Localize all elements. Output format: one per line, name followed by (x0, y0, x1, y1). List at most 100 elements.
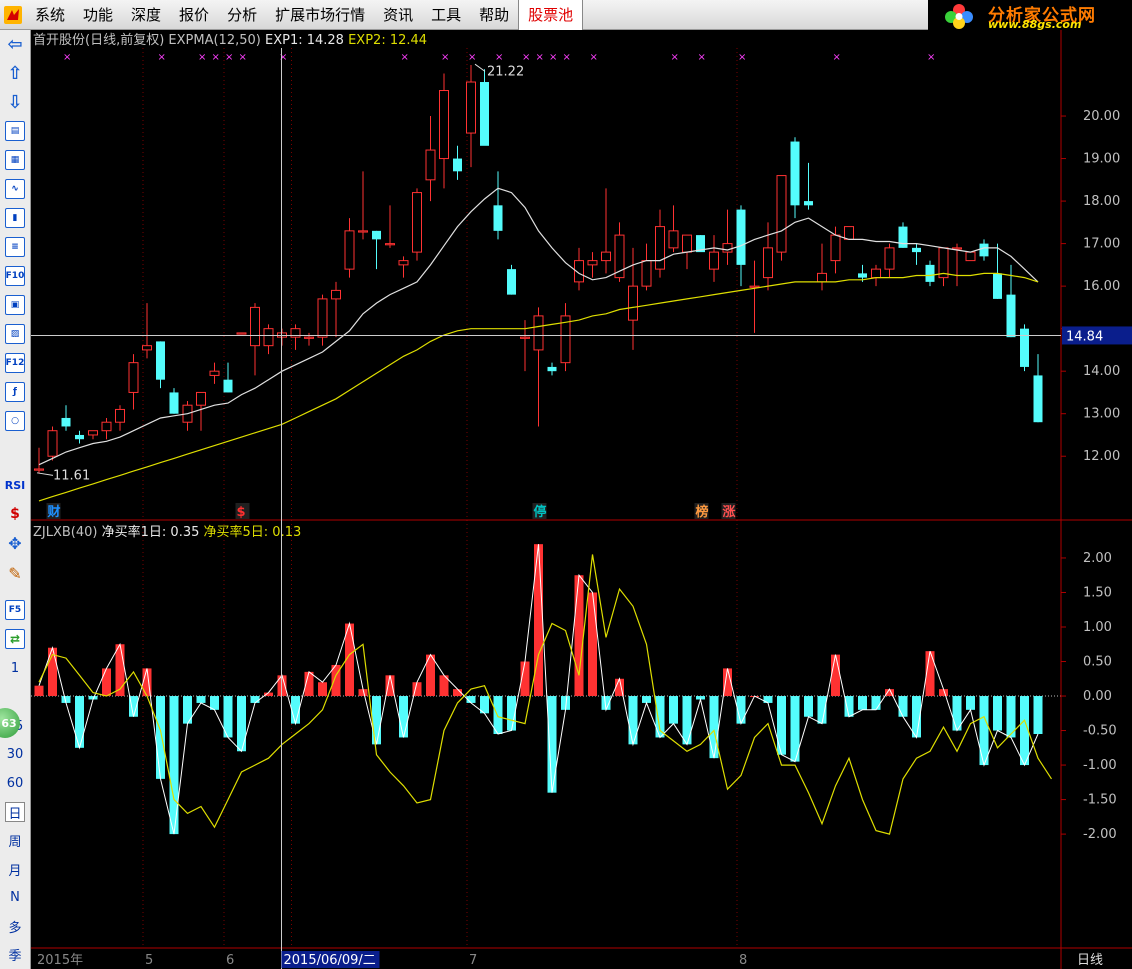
candle (844, 226, 854, 240)
price-tick-label: 16.00 (1083, 279, 1120, 294)
event-mark: 停 (534, 504, 547, 520)
header-field: EXPMA(12,50) (168, 33, 265, 48)
net-buy-bar (574, 575, 584, 697)
sub-tick-label: -1.00 (1083, 758, 1117, 773)
menu-item-0[interactable]: 系统 (26, 0, 74, 30)
period-8[interactable]: 多 (5, 916, 25, 936)
finance-icon[interactable]: ▨ (5, 324, 25, 344)
net-buy-bar (966, 696, 975, 710)
refresh-circle-icon[interactable]: ○ (5, 411, 25, 431)
net-buy-bar (237, 696, 246, 752)
period-3[interactable]: 60 (5, 773, 25, 793)
menu-item-7[interactable]: 工具 (422, 0, 470, 30)
price-tick-label: 14.00 (1083, 364, 1120, 379)
header-field: 0.13 (272, 525, 301, 540)
switch-icon[interactable]: ⇄ (5, 629, 25, 649)
brand-logo: 分析家公式网 www.88gs.com (928, 0, 1132, 31)
header-field: 12.44 (390, 33, 427, 48)
candle (236, 332, 247, 335)
header-field: ZJLXB(40) (33, 525, 102, 540)
top-mark: × (401, 52, 409, 63)
net-buy-bar (156, 696, 165, 779)
move-icon[interactable]: ✥ (5, 533, 25, 553)
crosshair-date: 2015/06/09/二 (284, 953, 376, 968)
period-0[interactable]: 1 (5, 658, 25, 678)
period-5[interactable]: 周 (5, 830, 25, 850)
net-buy-bar (804, 696, 813, 717)
candle-icon[interactable]: ▮ (5, 208, 25, 228)
arrow-left-icon[interactable]: ⇦ (5, 34, 25, 55)
main-header: 首开股份(日线,前复权) EXPMA(12,50) EXP1: 14.28 EX… (33, 32, 427, 48)
top-mark: × (63, 52, 71, 63)
header-field: 0.35 (170, 525, 203, 540)
menu-item-3[interactable]: 报价 (170, 0, 218, 30)
menu-item-4[interactable]: 分析 (218, 0, 266, 30)
header-field: EXP2: (348, 33, 390, 48)
x-axis-label: 5 (145, 953, 153, 968)
header-field: EXP1: (265, 33, 307, 48)
top-mark: × (441, 52, 449, 63)
event-mark: 财 (48, 504, 61, 520)
arrow-up-icon[interactable]: ⇧ (5, 63, 25, 84)
net-buy-bar (196, 696, 206, 703)
period-6[interactable]: 月 (5, 859, 25, 879)
price-tick-label: 19.00 (1083, 152, 1120, 167)
menu-item-8[interactable]: 帮助 (470, 0, 518, 30)
net-buy-bar (979, 696, 989, 766)
menu-item-9[interactable]: 股票池 (518, 0, 584, 30)
header-field: 净买率1日: (102, 524, 171, 540)
period-9[interactable]: 季 (5, 944, 25, 964)
net-buy-bar (993, 696, 1002, 731)
sub-tick-label: 1.00 (1083, 620, 1112, 635)
top-mark: × (212, 52, 220, 63)
price-tick-label: 12.00 (1083, 449, 1120, 464)
high-price-label: 21.22 (487, 64, 524, 79)
f12-icon[interactable]: F12 (5, 353, 25, 373)
pencil-icon[interactable]: ✎ (5, 563, 25, 583)
top-mark: × (158, 52, 166, 63)
top-mark: × (671, 52, 679, 63)
net-buy-bar (628, 696, 638, 745)
header-field: 首开股份(日线,前复权) (33, 32, 168, 48)
x-axis-label: 8 (739, 953, 747, 968)
top-mark: × (522, 52, 530, 63)
grid-icon[interactable]: ▦ (5, 150, 25, 170)
period-4[interactable]: 日 (5, 802, 25, 822)
report-icon[interactable]: ▣ (5, 295, 25, 315)
arrow-down-icon[interactable]: ⇩ (5, 92, 25, 113)
low-price-label: 11.61 (53, 468, 90, 483)
net-buy-bar (831, 654, 840, 697)
top-mark: × (738, 52, 746, 63)
period-2[interactable]: 30 (5, 744, 25, 764)
line-chart-icon[interactable]: ∿ (5, 179, 25, 199)
net-buy-bar (588, 592, 597, 697)
candle (412, 188, 422, 261)
net-buy-bar (844, 696, 854, 717)
quote-list-icon[interactable]: ▤ (5, 121, 25, 141)
top-mark: × (468, 52, 476, 63)
candle (965, 251, 976, 262)
header-field: 净买率5日: (204, 524, 273, 540)
net-buy-bar (169, 696, 179, 835)
dollar-button[interactable]: $ (5, 504, 25, 524)
net-buy-bar (250, 696, 260, 703)
menu-item-2[interactable]: 深度 (122, 0, 170, 30)
period-7[interactable]: N (5, 887, 25, 907)
top-mark: × (495, 52, 503, 63)
price-tick-label: 17.00 (1083, 237, 1120, 252)
sub-tick-label: -1.50 (1083, 793, 1117, 808)
top-mark: × (239, 52, 247, 63)
rsi-button[interactable]: RSI (5, 475, 26, 495)
f10-icon[interactable]: F10 (5, 266, 25, 286)
top-mark: × (549, 52, 557, 63)
menu-item-6[interactable]: 资讯 (374, 0, 422, 30)
menu-bar: 系统 功能 深度 报价 分析 扩展市场行情 资讯 工具 帮助 股票池 分析家公式网 www.88g… (0, 0, 1132, 31)
f5-button[interactable]: F5 (5, 600, 25, 620)
price-tick-label: 18.00 (1083, 194, 1120, 209)
menu-item-1[interactable]: 功能 (74, 0, 122, 30)
net-buy-bar (858, 696, 867, 710)
formula-icon[interactable]: ƒ (5, 382, 25, 402)
table-icon[interactable]: ≡ (5, 237, 25, 257)
menu-item-5[interactable]: 扩展市场行情 (266, 0, 374, 30)
chart-background (31, 30, 1132, 969)
